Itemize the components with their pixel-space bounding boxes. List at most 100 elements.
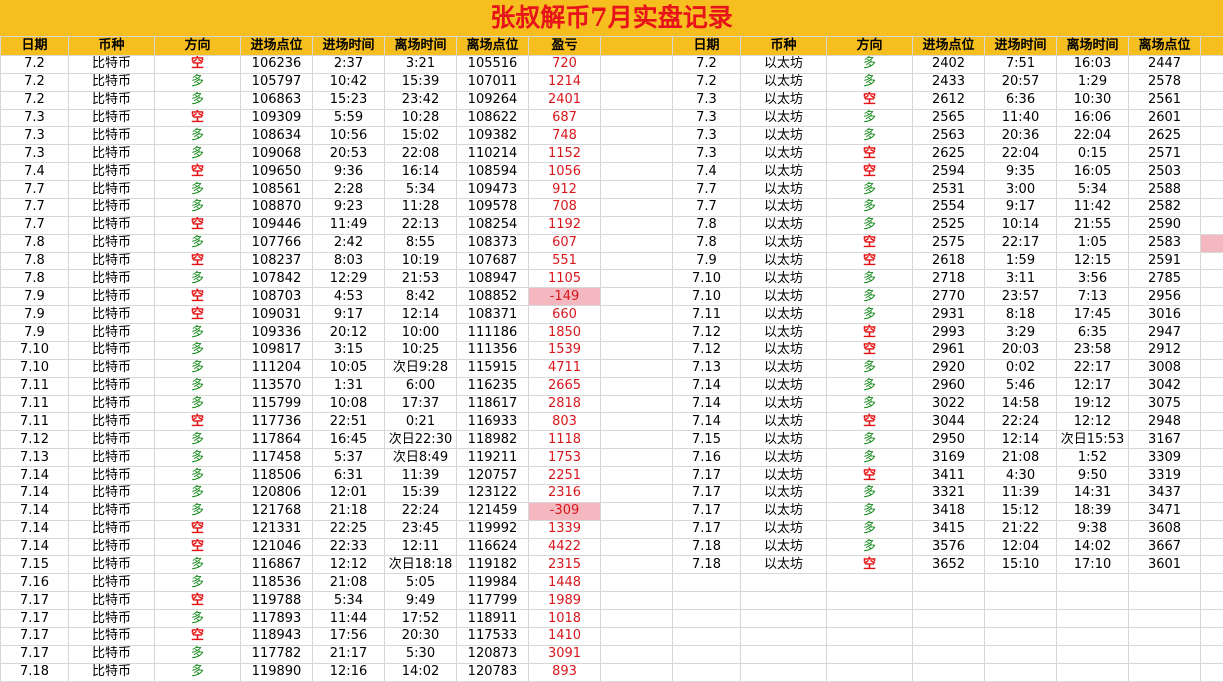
spacer-cell	[600, 358, 673, 378]
eth-date-cell: 7.3	[672, 126, 741, 146]
spacer-cell	[600, 626, 673, 646]
btc-direction-cell: 空	[154, 591, 241, 611]
btc-entry-price-cell: 119788	[240, 591, 313, 611]
spacer-cell	[600, 126, 673, 146]
eth-entry-price-cell	[912, 591, 985, 611]
btc-date-cell: 7.10	[0, 340, 69, 360]
eth-entry-time-cell: 3:11	[984, 269, 1057, 289]
eth-exit-price-cell: 3309	[1128, 448, 1201, 468]
btc-header-pnl: 盈亏	[528, 36, 601, 56]
btc-pnl-cell: 912	[528, 180, 601, 199]
btc-coin-cell: 比特币	[68, 519, 155, 539]
btc-entry-price-cell: 106863	[240, 90, 313, 110]
eth-direction-cell: 多	[826, 269, 913, 289]
btc-header-entry-price: 进场点位	[240, 36, 313, 56]
eth-pnl-cell: 57	[1200, 180, 1223, 199]
eth-pnl-cell: 67	[1200, 269, 1223, 289]
eth-date-cell: 7.3	[672, 108, 741, 128]
btc-exit-price-cell: 119182	[456, 555, 529, 575]
eth-date-cell	[672, 573, 741, 593]
btc-pnl-cell: 607	[528, 233, 601, 253]
spacer-cell	[600, 394, 673, 414]
btc-entry-time-cell: 2:37	[312, 54, 385, 74]
eth-entry-price-cell: 2612	[912, 90, 985, 110]
btc-coin-cell: 比特币	[68, 412, 155, 432]
eth-entry-time-cell	[984, 573, 1057, 593]
eth-coin-cell	[740, 644, 827, 664]
eth-entry-time-cell: 1:59	[984, 251, 1057, 271]
eth-pnl-cell: 91	[1200, 162, 1223, 182]
btc-pnl-cell: 748	[528, 126, 601, 146]
eth-exit-price-cell: 3008	[1128, 358, 1201, 378]
eth-direction-cell: 多	[826, 358, 913, 378]
btc-exit-time-cell: 10:25	[384, 340, 457, 360]
btc-pnl-cell: 4711	[528, 358, 601, 378]
eth-pnl-cell: 26	[1200, 197, 1223, 217]
eth-entry-time-cell: 7:51	[984, 54, 1057, 74]
btc-exit-price-cell: 116624	[456, 537, 529, 557]
eth-date-cell: 7.16	[672, 448, 741, 468]
table-row: 7.3 比特币多 108634 10:56 15:02 109382 748 7.3 以太坊多 2…	[0, 126, 1223, 146]
btc-date-cell: 7.7	[0, 180, 69, 199]
btc-pnl-cell: 660	[528, 305, 601, 325]
spacer-cell	[600, 662, 673, 682]
btc-direction-cell: 多	[154, 233, 241, 253]
eth-exit-time-cell: 0:15	[1056, 144, 1129, 164]
btc-coin-cell: 比特币	[68, 501, 155, 521]
btc-coin-cell: 比特币	[68, 448, 155, 468]
eth-direction-cell: 多	[826, 197, 913, 217]
btc-coin-cell: 比特币	[68, 126, 155, 146]
eth-exit-time-cell: 16:06	[1056, 108, 1129, 128]
btc-exit-time-cell: 23:42	[384, 90, 457, 110]
btc-coin-cell: 比特币	[68, 376, 155, 396]
eth-coin-cell: 以太坊	[740, 323, 827, 342]
eth-entry-time-cell: 3:00	[984, 180, 1057, 199]
eth-exit-time-cell	[1056, 609, 1129, 628]
btc-entry-time-cell: 12:16	[312, 662, 385, 682]
btc-date-cell: 7.13	[0, 448, 69, 468]
btc-date-cell: 7.8	[0, 233, 69, 253]
table-row: 7.15 比特币多 116867 12:12 次日18:18 119182 2315 7.18…	[0, 555, 1223, 575]
btc-exit-price-cell: 118617	[456, 394, 529, 414]
btc-entry-price-cell: 108870	[240, 197, 313, 217]
btc-direction-cell: 多	[154, 483, 241, 503]
eth-pnl-cell: 145	[1200, 72, 1223, 92]
trade-record-table: 日期 币种 方向 进场点位 进场时间 离场时间 离场点位 盈亏 日期 币种 方向 进场点位 进场时间 离场…	[0, 36, 1223, 682]
eth-direction-cell: 多	[826, 287, 913, 307]
eth-coin-cell: 以太坊	[740, 215, 827, 235]
btc-entry-price-cell: 109650	[240, 162, 313, 182]
eth-pnl-cell: 96	[1200, 412, 1223, 432]
eth-direction-cell: 多	[826, 394, 913, 414]
table-row: 7.10 比特币多 111204 10:05 次日9:28 115915 4711 7.13 以…	[0, 358, 1223, 378]
btc-coin-cell: 比特币	[68, 609, 155, 628]
eth-coin-cell: 以太坊	[740, 251, 827, 271]
spacer-cell	[600, 233, 673, 253]
eth-exit-time-cell: 1:29	[1056, 72, 1129, 92]
eth-date-cell: 7.4	[672, 162, 741, 182]
eth-exit-price-cell: 3667	[1128, 537, 1201, 557]
table-row: 7.10 比特币多 109817 3:15 10:25 111356 1539 7.12 以太坊…	[0, 340, 1223, 360]
eth-date-cell: 7.18	[672, 537, 741, 557]
eth-exit-price-cell: 3601	[1128, 555, 1201, 575]
btc-entry-price-cell: 109309	[240, 108, 313, 128]
eth-coin-cell: 以太坊	[740, 233, 827, 253]
btc-direction-cell: 空	[154, 54, 241, 74]
eth-exit-time-cell: 21:55	[1056, 215, 1129, 235]
btc-direction-cell: 多	[154, 376, 241, 396]
eth-pnl-cell	[1200, 591, 1223, 611]
btc-exit-time-cell: 17:37	[384, 394, 457, 414]
btc-direction-cell: 多	[154, 197, 241, 217]
eth-entry-price-cell: 2565	[912, 108, 985, 128]
eth-exit-time-cell: 5:34	[1056, 180, 1129, 199]
btc-exit-price-cell: 109578	[456, 197, 529, 217]
btc-entry-price-cell: 107842	[240, 269, 313, 289]
btc-entry-price-cell: 109031	[240, 305, 313, 325]
eth-coin-cell: 以太坊	[740, 537, 827, 557]
spacer-cell	[600, 376, 673, 396]
eth-entry-price-cell: 3576	[912, 537, 985, 557]
btc-entry-price-cell: 121768	[240, 501, 313, 521]
btc-coin-cell: 比特币	[68, 466, 155, 485]
btc-exit-price-cell: 108852	[456, 287, 529, 307]
btc-entry-time-cell: 22:33	[312, 537, 385, 557]
btc-date-cell: 7.7	[0, 197, 69, 217]
